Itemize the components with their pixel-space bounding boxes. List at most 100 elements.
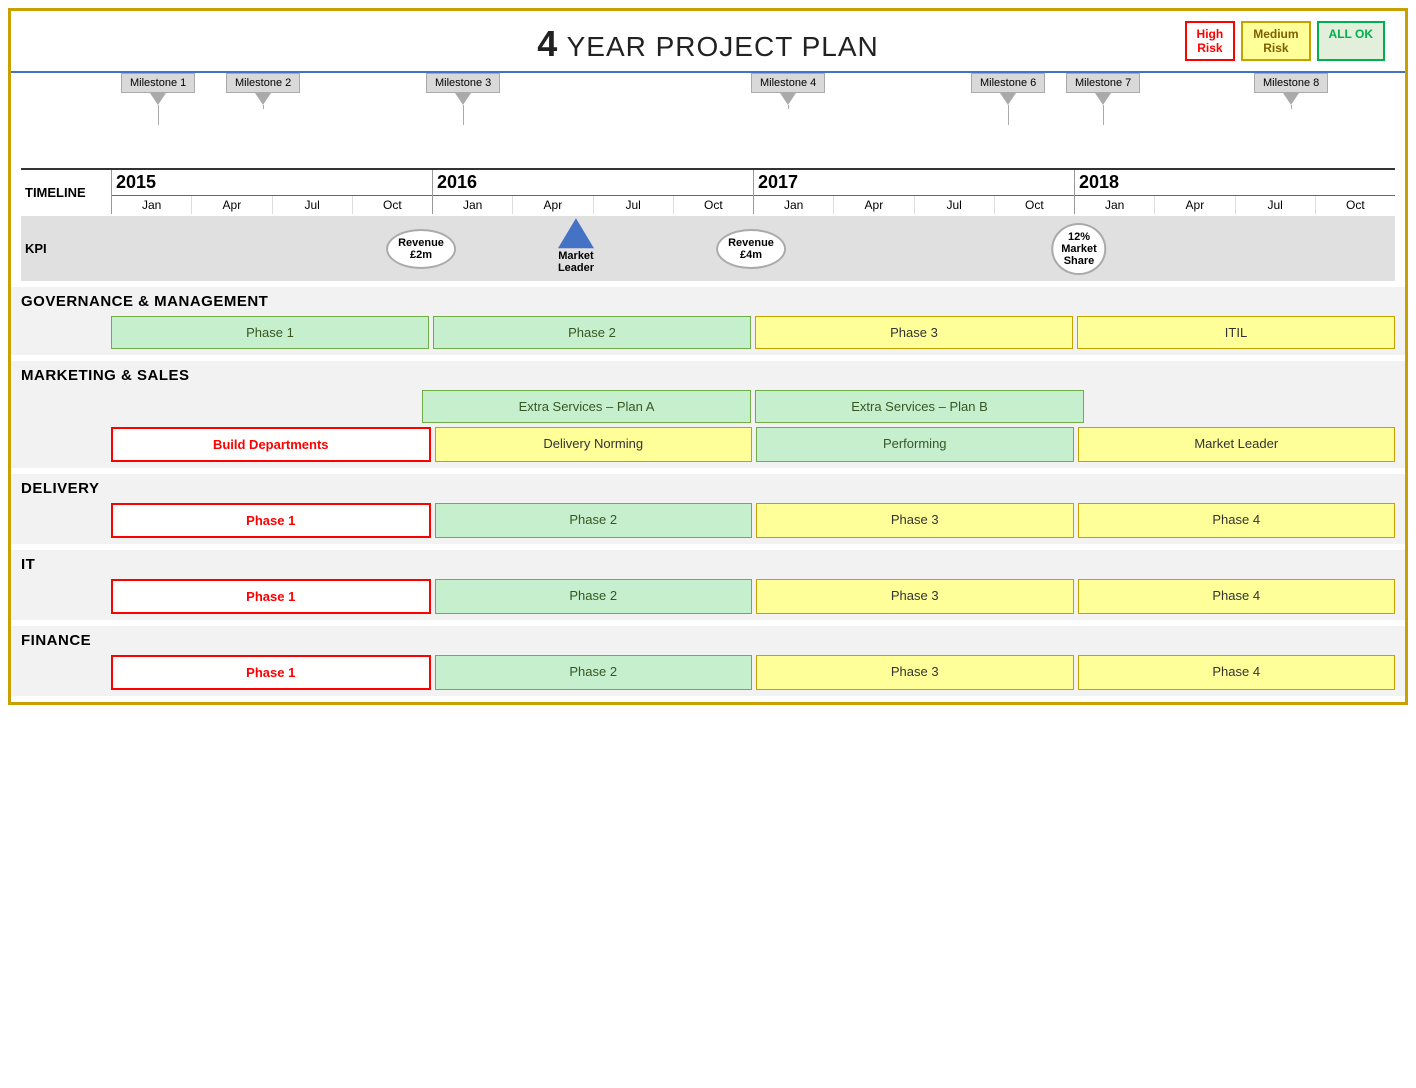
it-phase-2: Phase 2 <box>435 579 753 614</box>
gov-phase-3: Phase 3 <box>755 316 1073 349</box>
page-title: 4 YEAR PROJECT PLAN <box>537 23 878 65</box>
delivery-phase-4: Phase 4 <box>1078 503 1396 538</box>
milestone-6: Milestone 6 <box>971 73 1045 125</box>
milestone-6-arrow <box>1000 93 1016 105</box>
it-phase-4: Phase 4 <box>1078 579 1396 614</box>
milestone-3-label: Milestone 3 <box>426 73 500 93</box>
month-2015-jul: Jul <box>273 196 353 214</box>
kpi-bubble-revenue-4m: Revenue£4m <box>716 229 786 269</box>
month-2015-oct: Oct <box>353 196 432 214</box>
year-2017-label: 2017 <box>754 170 1074 195</box>
kpi-area: Revenue£2m MarketLeader Revenue£4m 12%Ma… <box>111 216 1395 281</box>
governance-title: GOVERNANCE & MANAGEMENT <box>21 293 1395 310</box>
marketing-title: MARKETING & SALES <box>21 367 1395 384</box>
governance-section: GOVERNANCE & MANAGEMENT Phase 1 Phase 2 … <box>11 287 1405 355</box>
month-2017-jan: Jan <box>754 196 834 214</box>
finance-phase-3: Phase 3 <box>756 655 1074 690</box>
finance-phase-1: Phase 1 <box>111 655 431 690</box>
title-text: YEAR PROJECT PLAN <box>567 31 879 62</box>
milestone-4-line <box>788 105 789 109</box>
months-2015: Jan Apr Jul Oct <box>112 195 432 214</box>
it-row-1: Phase 1 Phase 2 Phase 3 Phase 4 <box>111 579 1395 614</box>
milestones-area: Milestone 1 Milestone 2 Milestone 3 Mile… <box>111 73 1395 168</box>
month-2016-jul: Jul <box>594 196 674 214</box>
kpi-row: KPI Revenue£2m MarketLeader Revenue£4m <box>21 216 1395 281</box>
month-2018-jul: Jul <box>1236 196 1316 214</box>
year-2015-label: 2015 <box>112 170 432 195</box>
finance-section: FINANCE Phase 1 Phase 2 Phase 3 Phase 4 <box>11 626 1405 696</box>
milestone-6-line <box>1008 105 1009 125</box>
year-2015-block: 2015 Jan Apr Jul Oct <box>111 170 432 214</box>
milestone-1-label: Milestone 1 <box>121 73 195 93</box>
finance-rows: Phase 1 Phase 2 Phase 3 Phase 4 <box>21 655 1395 690</box>
kpi-triangle-market-leader: MarketLeader <box>558 218 594 274</box>
month-2016-apr: Apr <box>513 196 593 214</box>
milestone-1-arrow <box>150 93 166 105</box>
month-2018-apr: Apr <box>1155 196 1235 214</box>
year-2016-label: 2016 <box>433 170 753 195</box>
months-2018: Jan Apr Jul Oct <box>1075 195 1395 214</box>
it-phase-1: Phase 1 <box>111 579 431 614</box>
finance-phase-4: Phase 4 <box>1078 655 1396 690</box>
milestone-8: Milestone 8 <box>1254 73 1328 109</box>
governance-row-1: Phase 1 Phase 2 Phase 3 ITIL <box>111 316 1395 349</box>
milestone-6-label: Milestone 6 <box>971 73 1045 93</box>
month-2018-jan: Jan <box>1075 196 1155 214</box>
delivery-rows: Phase 1 Phase 2 Phase 3 Phase 4 <box>21 503 1395 538</box>
milestone-1: Milestone 1 <box>121 73 195 125</box>
timeline-section: Milestone 1 Milestone 2 Milestone 3 Mile… <box>11 73 1405 281</box>
month-2017-oct: Oct <box>995 196 1074 214</box>
finance-title: FINANCE <box>21 632 1395 649</box>
milestone-4-label: Milestone 4 <box>751 73 825 93</box>
it-section: IT Phase 1 Phase 2 Phase 3 Phase 4 <box>11 550 1405 620</box>
month-2015-jan: Jan <box>112 196 192 214</box>
year-2016-block: 2016 Jan Apr Jul Oct <box>432 170 753 214</box>
year-2017-block: 2017 Jan Apr Jul Oct <box>753 170 1074 214</box>
milestone-7: Milestone 7 <box>1066 73 1140 125</box>
delivery-title: DELIVERY <box>21 480 1395 497</box>
milestone-7-line <box>1103 105 1104 125</box>
months-2017: Jan Apr Jul Oct <box>754 195 1074 214</box>
delivery-section: DELIVERY Phase 1 Phase 2 Phase 3 Phase 4 <box>11 474 1405 544</box>
year-2018-block: 2018 Jan Apr Jul Oct <box>1074 170 1395 214</box>
timeline-row-label: TIMELINE <box>21 170 111 214</box>
milestone-8-label: Milestone 8 <box>1254 73 1328 93</box>
marketing-build-dept: Build Departments <box>111 427 431 462</box>
month-2018-oct: Oct <box>1316 196 1395 214</box>
it-rows: Phase 1 Phase 2 Phase 3 Phase 4 <box>21 579 1395 614</box>
milestone-2-line <box>263 105 264 109</box>
marketing-extra-b: Extra Services – Plan B <box>755 390 1084 423</box>
month-2016-jan: Jan <box>433 196 513 214</box>
milestone-2-label: Milestone 2 <box>226 73 300 93</box>
milestone-2-arrow <box>255 93 271 105</box>
milestone-8-line <box>1291 105 1292 109</box>
governance-rows: Phase 1 Phase 2 Phase 3 ITIL <box>21 316 1395 349</box>
month-2015-apr: Apr <box>192 196 272 214</box>
delivery-row-1: Phase 1 Phase 2 Phase 3 Phase 4 <box>111 503 1395 538</box>
marketing-extra-a: Extra Services – Plan A <box>422 390 751 423</box>
medium-risk-badge: MediumRisk <box>1241 21 1310 61</box>
marketing-delivery-norming: Delivery Norming <box>435 427 753 462</box>
marketing-market-leader: Market Leader <box>1078 427 1396 462</box>
milestone-3-line <box>463 105 464 125</box>
gov-phase-2: Phase 2 <box>433 316 751 349</box>
year-month-header: TIMELINE 2015 Jan Apr Jul Oct 2016 <box>21 168 1395 214</box>
kpi-bubble-market-share: 12%MarketShare <box>1051 223 1106 275</box>
gov-phase-1: Phase 1 <box>111 316 429 349</box>
month-2016-oct: Oct <box>674 196 753 214</box>
kpi-label: KPI <box>21 241 111 256</box>
milestone-7-arrow <box>1095 93 1111 105</box>
gov-itil: ITIL <box>1077 316 1395 349</box>
milestone-4: Milestone 4 <box>751 73 825 109</box>
it-phase-3: Phase 3 <box>756 579 1074 614</box>
marketing-row-1: Extra Services – Plan A Extra Services –… <box>111 390 1395 423</box>
months-2016: Jan Apr Jul Oct <box>433 195 753 214</box>
year-number: 4 <box>537 23 558 64</box>
delivery-phase-2: Phase 2 <box>435 503 753 538</box>
delivery-phase-1: Phase 1 <box>111 503 431 538</box>
month-2017-jul: Jul <box>915 196 995 214</box>
year-2018-label: 2018 <box>1075 170 1395 195</box>
risk-legend: HighRisk MediumRisk ALL OK <box>1185 21 1385 61</box>
milestone-1-line <box>158 105 159 125</box>
marketing-performing: Performing <box>756 427 1074 462</box>
